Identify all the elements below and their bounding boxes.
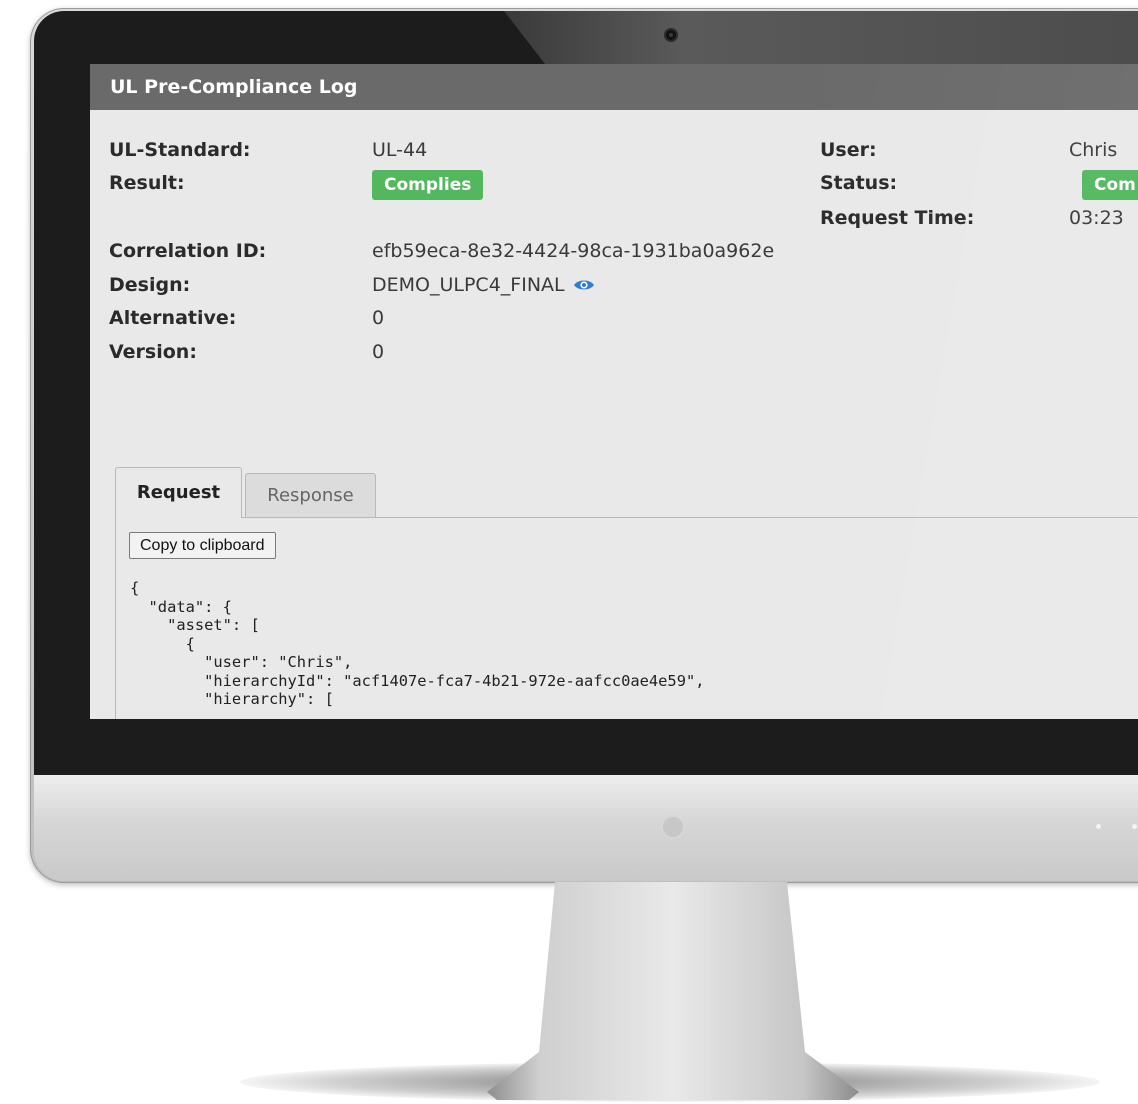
- result-label: Result:: [109, 172, 185, 194]
- monitor-chin: [34, 775, 1138, 881]
- request-time-value: 03:23: [1069, 207, 1124, 229]
- tab-response[interactable]: Response: [245, 473, 376, 517]
- alternative-value: 0: [372, 307, 385, 329]
- design-value-row: DEMO_ULPC4_FINAL: [372, 274, 595, 297]
- app-screen: UL Pre-Compliance Log UL-Standard: UL-44…: [90, 64, 1138, 719]
- power-button-icon: [661, 815, 685, 839]
- version-value: 0: [372, 341, 385, 363]
- user-value: Chris: [1069, 139, 1118, 161]
- ul-standard-label: UL-Standard:: [109, 139, 251, 161]
- design-label: Design:: [109, 274, 191, 296]
- eye-icon[interactable]: [573, 275, 595, 297]
- result-badge: Complies: [372, 170, 484, 200]
- webcam-icon: [664, 28, 678, 42]
- alternative-label: Alternative:: [109, 307, 237, 329]
- request-json-code: { "data": { "asset": [ { "user": "Chris"…: [130, 579, 705, 708]
- correlation-id-value: efb59eca-8e32-4424-98ca-1931ba0a962e: [372, 240, 775, 262]
- correlation-id-label: Correlation ID:: [109, 240, 267, 262]
- copy-to-clipboard-button[interactable]: Copy to clipboard: [129, 532, 276, 559]
- page-title: UL Pre-Compliance Log: [90, 64, 1138, 110]
- tab-request[interactable]: Request: [115, 467, 242, 518]
- monitor-stand: [487, 882, 859, 1100]
- ul-standard-value: UL-44: [372, 139, 428, 161]
- request-time-label: Request Time:: [820, 207, 975, 229]
- indicator-dot: [1096, 824, 1101, 829]
- status-label: Status:: [820, 172, 898, 194]
- status-badge: Com: [1082, 170, 1138, 200]
- design-value: DEMO_ULPC4_FINAL: [372, 274, 565, 296]
- version-label: Version:: [109, 341, 197, 363]
- user-label: User:: [820, 139, 877, 161]
- indicator-dot: [1132, 824, 1137, 829]
